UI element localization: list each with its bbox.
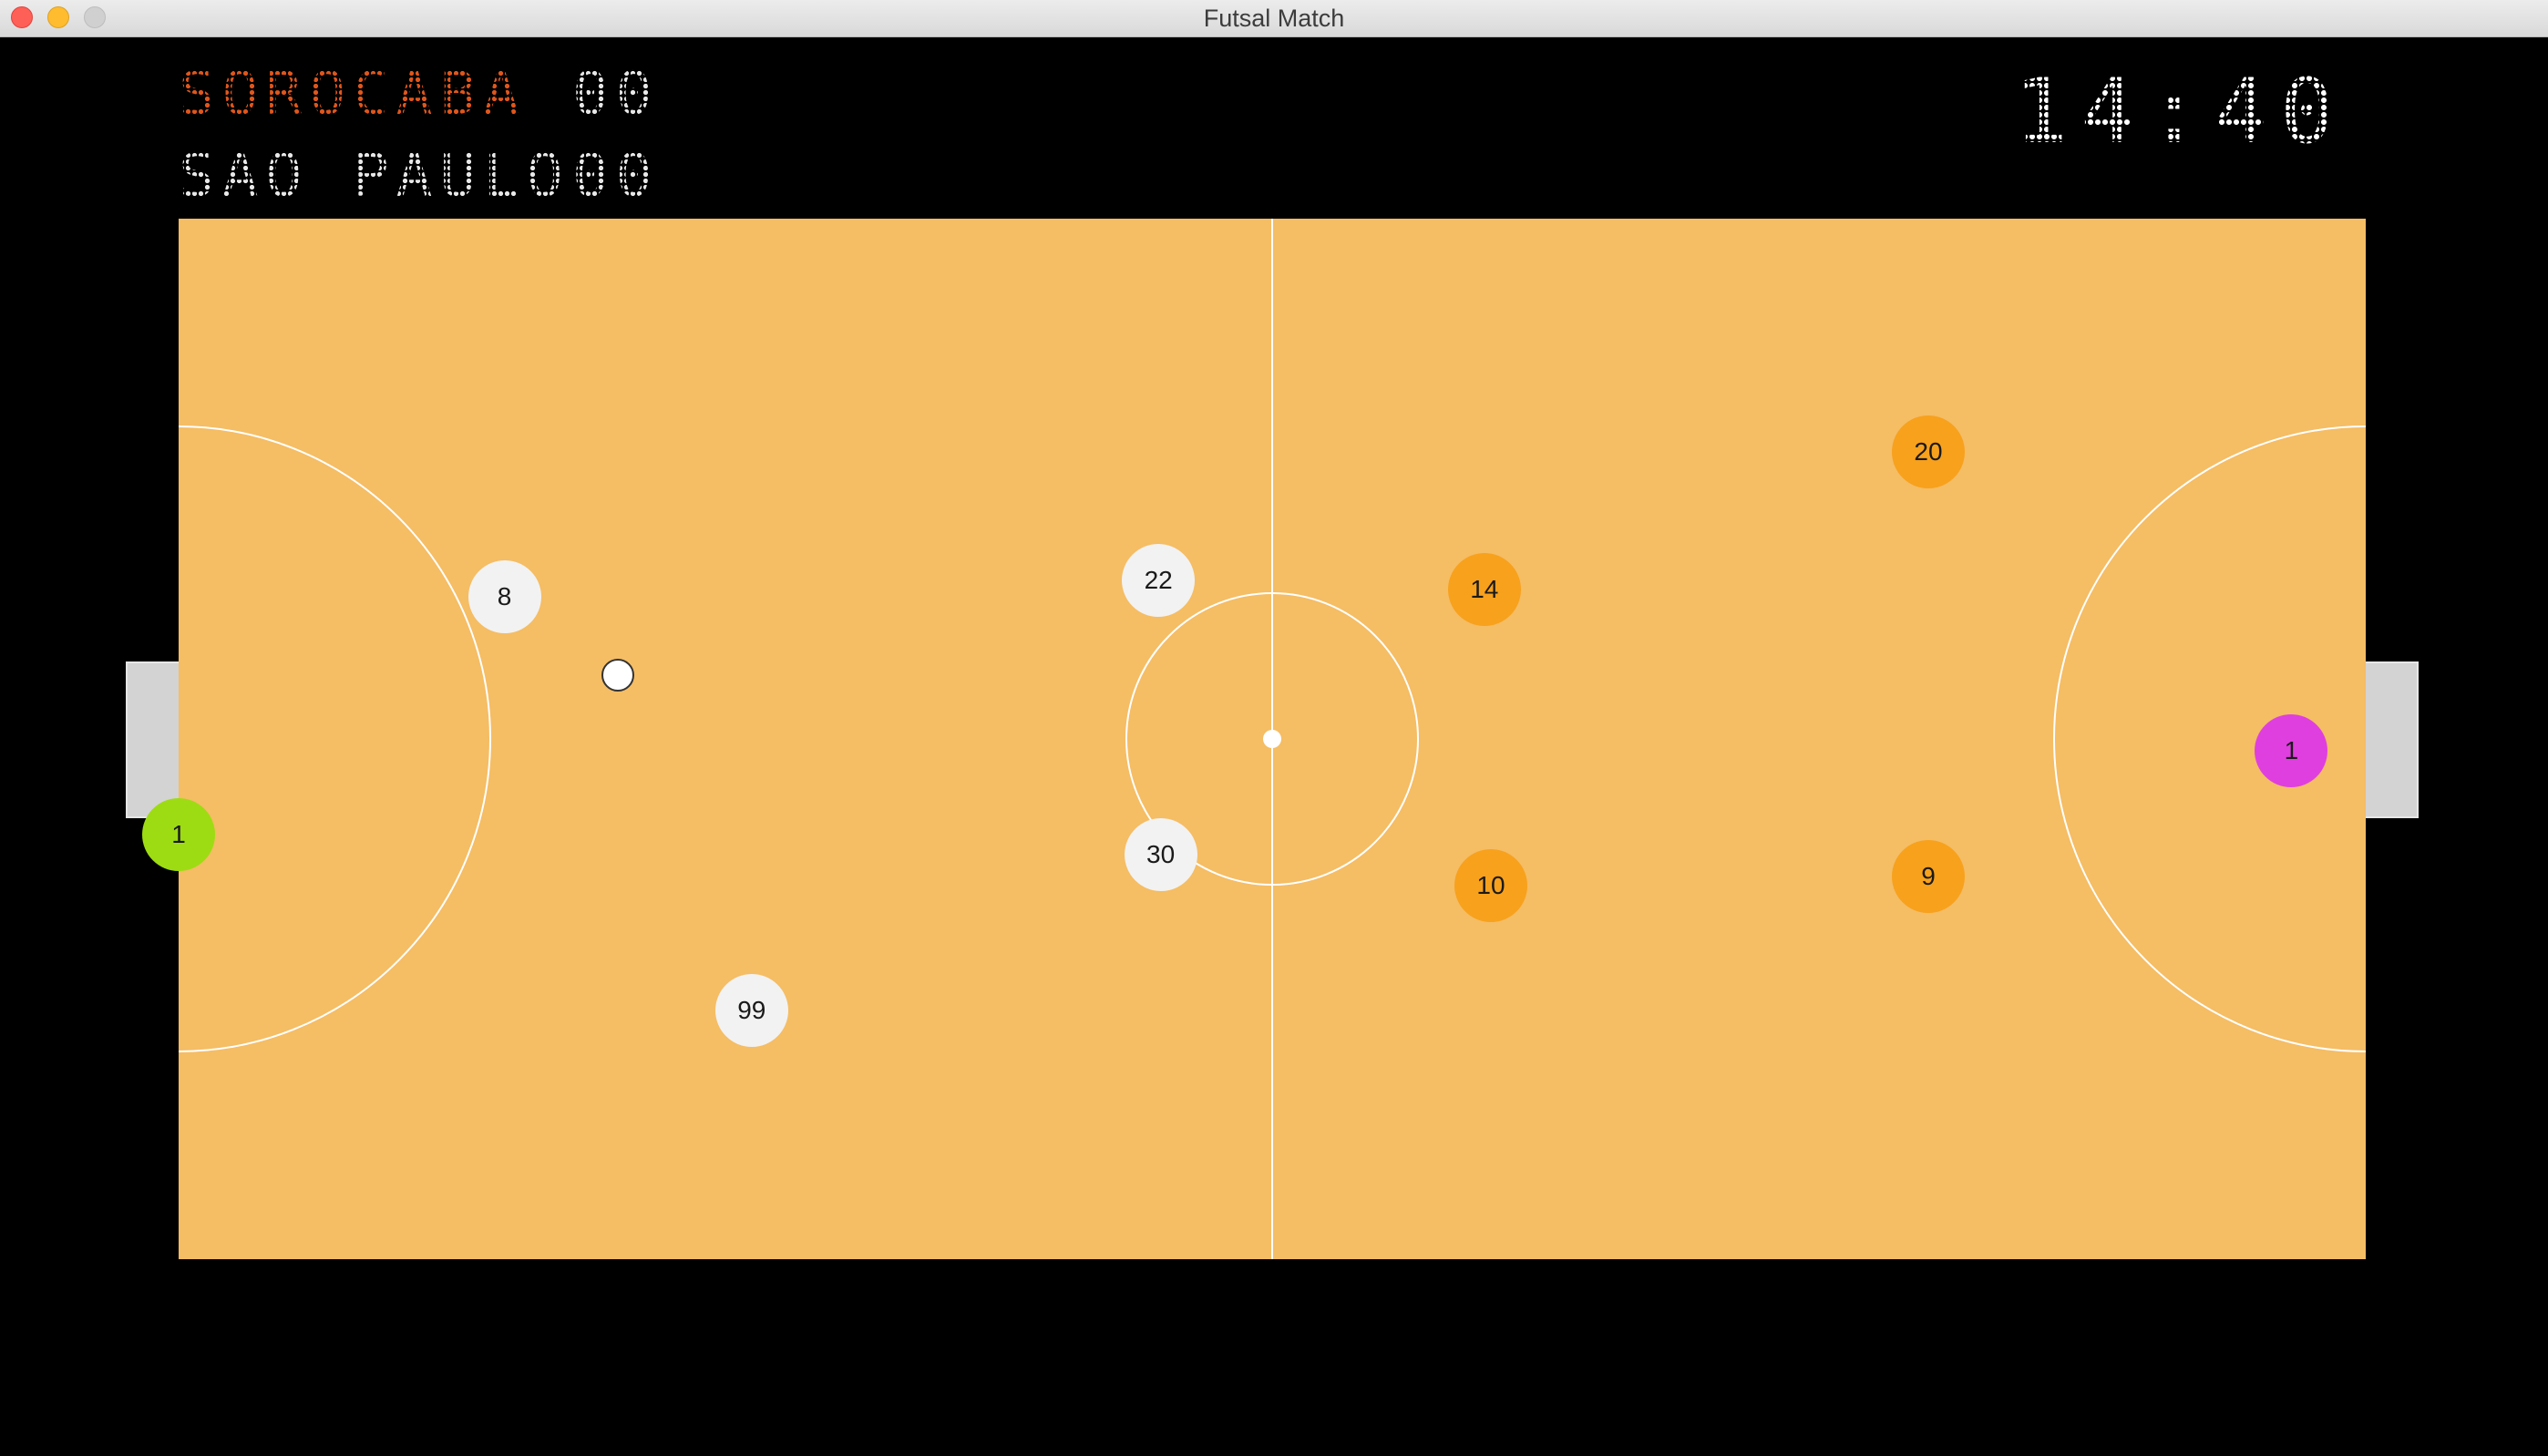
player-number: 8 — [497, 581, 512, 610]
player-orange-goalkeeper-1[interactable]: 1 — [2255, 713, 2328, 787]
player-number: 9 — [1921, 861, 1936, 890]
home-team-name: SOROCABA — [179, 58, 527, 128]
player-orange-14[interactable]: 14 — [1447, 552, 1521, 626]
center-spot — [1263, 730, 1281, 748]
away-team-name: SAO PAULO — [179, 140, 570, 210]
player-orange-10[interactable]: 10 — [1454, 849, 1527, 923]
player-number: 22 — [1144, 566, 1173, 595]
home-team-score: 00 — [572, 58, 660, 128]
player-number: 99 — [737, 996, 766, 1025]
player-number: 1 — [2284, 735, 2299, 764]
player-number: 14 — [1470, 574, 1499, 603]
player-white-goalkeeper-1[interactable]: 1 — [142, 798, 215, 872]
app-window: Futsal Match SOROCABA 00 SAO PAULO 00 14… — [0, 0, 2548, 1456]
player-number: 1 — [171, 820, 186, 849]
left-penalty-arc — [179, 426, 491, 1052]
title-bar: Futsal Match — [0, 0, 2548, 37]
player-number: 20 — [1914, 436, 1943, 466]
player-white-8[interactable]: 8 — [467, 559, 541, 633]
player-number: 10 — [1476, 871, 1505, 900]
court-lines — [179, 219, 2366, 1259]
window-title: Futsal Match — [1203, 5, 1345, 32]
match-clock: 14:40 — [2014, 60, 2348, 164]
player-white-30[interactable]: 30 — [1124, 817, 1197, 891]
player-number: 30 — [1146, 839, 1176, 868]
left-goal — [126, 661, 179, 818]
away-team-score: 00 — [572, 140, 660, 210]
player-orange-20[interactable]: 20 — [1892, 415, 1965, 488]
player-white-99[interactable]: 99 — [714, 974, 788, 1048]
player-orange-9[interactable]: 9 — [1892, 839, 1965, 913]
futsal-court[interactable] — [179, 219, 2366, 1259]
right-goal — [2366, 661, 2419, 818]
